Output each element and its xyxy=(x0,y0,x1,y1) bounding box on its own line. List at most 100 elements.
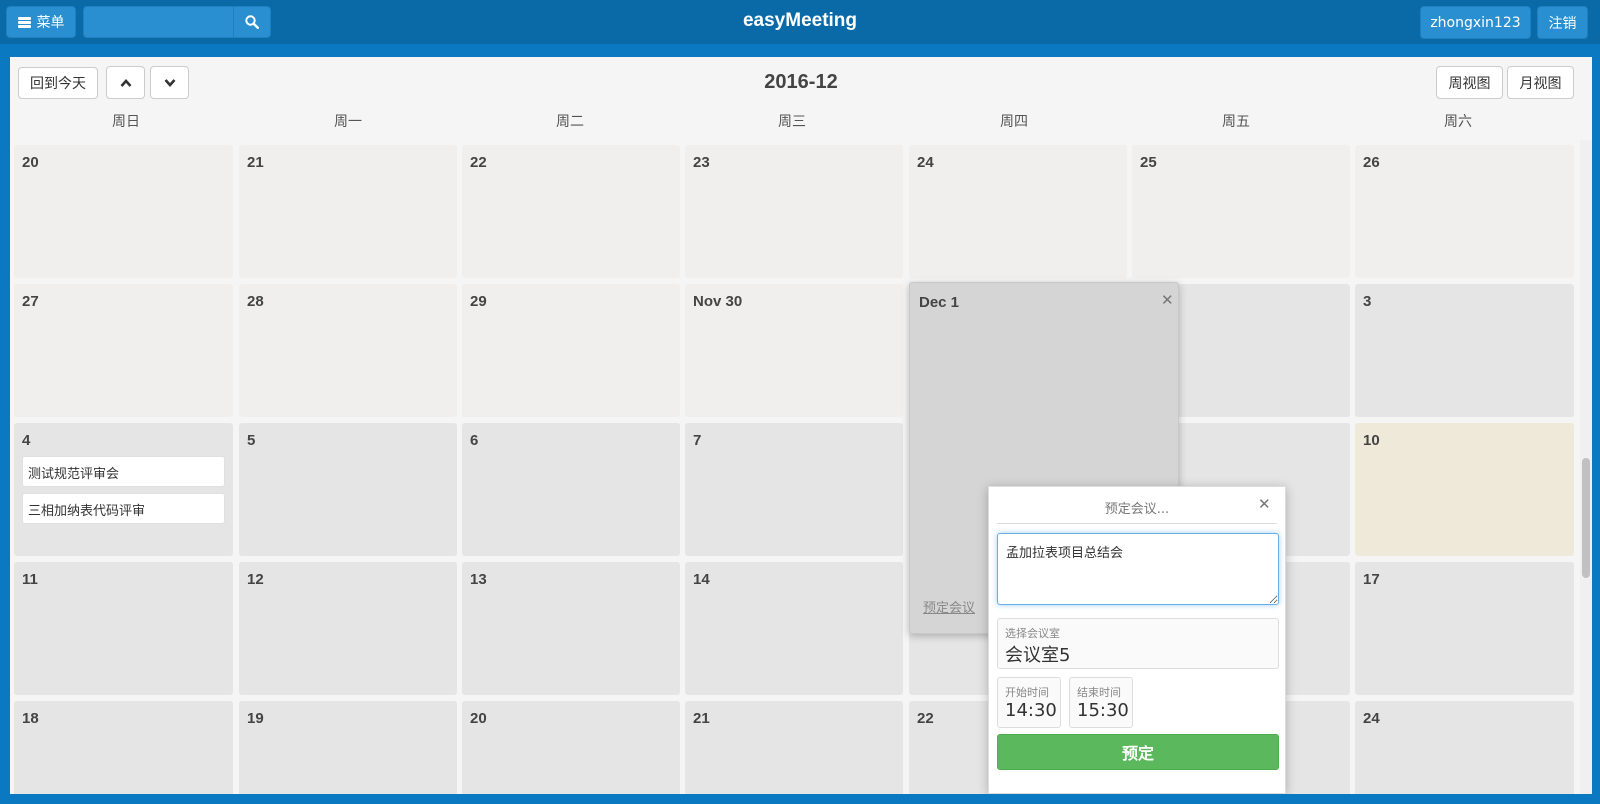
day-number: 20 xyxy=(22,154,39,171)
popup-close-icon[interactable]: ✕ xyxy=(1258,497,1271,512)
day-cell[interactable]: 20 xyxy=(462,701,680,794)
scrollbar-thumb[interactable] xyxy=(1582,458,1590,578)
user-button[interactable]: zhongxin123 xyxy=(1420,6,1531,39)
day-cell[interactable]: 22 xyxy=(462,145,680,278)
event-item[interactable]: 测试规范评审会 xyxy=(22,456,225,487)
room-select[interactable]: 选择会议室 会议室5 xyxy=(997,618,1279,669)
day-cell[interactable]: 28 xyxy=(239,284,457,417)
day-cell[interactable]: 26 xyxy=(1355,145,1574,278)
weekday-thu: 周四 xyxy=(1000,114,1028,130)
book-submit-button[interactable]: 预定 xyxy=(997,734,1279,770)
chevron-up-icon xyxy=(120,78,131,87)
search-input[interactable] xyxy=(83,6,233,38)
menu-label: 菜单 xyxy=(36,15,65,31)
day-cell[interactable]: 24 xyxy=(909,145,1127,278)
menu-icon xyxy=(17,16,31,28)
day-number: 28 xyxy=(247,293,264,310)
day-number: 22 xyxy=(470,154,487,171)
day-cell[interactable]: 11 xyxy=(14,562,233,695)
search-group xyxy=(83,6,271,38)
menu-button[interactable]: 菜单 xyxy=(6,6,76,38)
day-number: 11 xyxy=(22,571,38,588)
calendar-scrollbar[interactable] xyxy=(1580,140,1592,794)
start-time-label: 开始时间 xyxy=(1005,686,1049,699)
calendar-title: 2016-12 xyxy=(764,71,838,93)
day-number: 26 xyxy=(1363,154,1380,171)
close-icon[interactable]: ✕ xyxy=(1161,293,1174,308)
day-number: 21 xyxy=(247,154,264,171)
end-time-label: 结束时间 xyxy=(1077,686,1121,699)
day-number: 25 xyxy=(1140,154,1157,171)
day-number: 12 xyxy=(247,571,264,588)
book-meeting-link[interactable]: 预定会议 xyxy=(923,597,975,616)
day-number: 6 xyxy=(470,432,479,449)
weekday-wed: 周三 xyxy=(778,114,806,130)
day-number: 4 xyxy=(22,432,31,449)
popup-title: 预定会议... xyxy=(1104,502,1170,517)
next-button[interactable] xyxy=(150,66,189,99)
calendar-panel: 回到今天 2016-12 周视图 月视图 周日 周一 周二 周三 周四 周五 周… xyxy=(10,57,1592,794)
day-number: 17 xyxy=(1363,571,1380,588)
meeting-subject-input[interactable] xyxy=(997,533,1279,605)
week-view-button[interactable]: 周视图 xyxy=(1436,66,1503,99)
weekday-sun: 周日 xyxy=(112,114,140,130)
day-cell[interactable]: 5 xyxy=(239,423,457,556)
day-cell[interactable]: 21 xyxy=(239,145,457,278)
day-cell[interactable]: 7 xyxy=(685,423,903,556)
day-number: 13 xyxy=(470,571,487,588)
prev-button[interactable] xyxy=(106,66,145,99)
search-button[interactable] xyxy=(233,6,271,38)
weekday-sat: 周六 xyxy=(1444,114,1472,130)
day-number: 18 xyxy=(22,710,39,727)
day-cell[interactable]: 27 xyxy=(14,284,233,417)
end-time-value: 15:30 xyxy=(1077,700,1129,721)
top-navbar: 菜单 easyMeeting zhongxin123 注销 xyxy=(0,0,1600,44)
day-cell[interactable]: 17 xyxy=(1355,562,1574,695)
weekday-mon: 周一 xyxy=(334,114,362,130)
room-select-value: 会议室5 xyxy=(1005,645,1071,666)
day-cell-today[interactable]: 10 xyxy=(1355,423,1574,556)
weekday-fri: 周五 xyxy=(1222,114,1250,130)
day-cell[interactable]: 20 xyxy=(14,145,233,278)
day-number: 29 xyxy=(470,293,487,310)
day-cell[interactable]: 6 xyxy=(462,423,680,556)
day-number: 10 xyxy=(1363,432,1380,449)
day-cell[interactable]: 13 xyxy=(462,562,680,695)
day-cell[interactable]: 24 xyxy=(1355,701,1574,794)
day-cell[interactable]: 12 xyxy=(239,562,457,695)
day-cell[interactable]: 4 测试规范评审会 三相加纳表代码评审 xyxy=(14,423,233,556)
app-title: easyMeeting xyxy=(742,10,858,31)
day-number: 24 xyxy=(1363,710,1380,727)
room-select-label: 选择会议室 xyxy=(1005,627,1060,640)
day-cell[interactable]: 23 xyxy=(685,145,903,278)
day-cell[interactable]: 3 xyxy=(1355,284,1574,417)
event-item[interactable]: 三相加纳表代码评审 xyxy=(22,493,225,524)
end-time-select[interactable]: 结束时间 15:30 xyxy=(1069,677,1133,728)
day-number: 7 xyxy=(693,432,702,449)
day-number: 23 xyxy=(693,154,710,171)
search-icon xyxy=(245,15,259,29)
day-cell[interactable]: 29 xyxy=(462,284,680,417)
day-cell[interactable]: Nov 30 xyxy=(685,284,903,417)
day-cell[interactable]: 25 xyxy=(1132,145,1350,278)
start-time-select[interactable]: 开始时间 14:30 xyxy=(997,677,1061,728)
day-number: 22 xyxy=(917,710,934,727)
day-number: 3 xyxy=(1363,293,1372,310)
day-cell[interactable]: 21 xyxy=(685,701,903,794)
today-button[interactable]: 回到今天 xyxy=(18,67,98,99)
expanded-day-label: Dec 1 xyxy=(919,294,960,311)
day-cell[interactable]: 14 xyxy=(685,562,903,695)
day-number: 21 xyxy=(693,710,710,727)
day-cell[interactable]: 18 xyxy=(14,701,233,794)
day-number: 27 xyxy=(22,293,39,310)
day-cell[interactable]: 19 xyxy=(239,701,457,794)
booking-popup: 预定会议... ✕ 选择会议室 会议室5 开始时间 14:30 结束时间 15:… xyxy=(988,486,1286,794)
popup-divider xyxy=(997,523,1277,524)
chevron-down-icon xyxy=(164,78,175,87)
day-number: 19 xyxy=(247,710,264,727)
logout-button[interactable]: 注销 xyxy=(1537,6,1588,39)
month-view-button[interactable]: 月视图 xyxy=(1507,66,1574,99)
day-number: 14 xyxy=(693,571,710,588)
day-number: 24 xyxy=(917,154,934,171)
calendar-title-wrap: 2016-12 xyxy=(10,71,1592,94)
